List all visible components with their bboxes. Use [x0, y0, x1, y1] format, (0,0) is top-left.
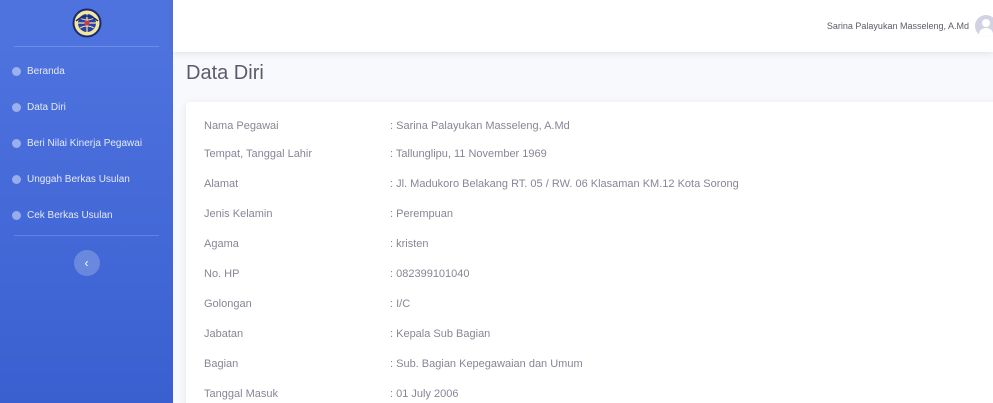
dashboard-icon — [12, 66, 21, 76]
field-label: Tanggal Masuk — [204, 388, 278, 400]
field-value: : Kepala Sub Bagian — [390, 328, 491, 340]
field-value: : 082399101040 — [390, 268, 470, 280]
sidebar-item-label: Data Diri — [27, 101, 66, 113]
profile-row: Jabatan : Kepala Sub Bagian — [204, 328, 490, 340]
profile-row: Alamat : Jl. Madukoro Belakang RT. 05 / R… — [204, 178, 739, 190]
field-label: No. HP — [204, 268, 240, 280]
profile-row: Tanggal Masuk : 01 July 2006 — [204, 388, 459, 400]
field-value: : Sarina Palayukan Masseleng, A.Md — [390, 120, 570, 132]
profile-row: Agama : kristen — [204, 238, 429, 250]
profile-card: Nama Pegawai : Sarina Palayukan Masseleng… — [186, 102, 993, 403]
field-label: Jabatan — [204, 328, 244, 340]
field-value: : I/C — [390, 298, 411, 310]
dashboard-icon — [12, 210, 21, 220]
user-name[interactable]: Sarina Palayukan Masseleng, A.Md — [827, 21, 969, 31]
profile-row: Nama Pegawai : Sarina Palayukan Masseleng… — [204, 120, 570, 132]
chevron-left-icon: ‹ — [84, 256, 89, 270]
topbar: Sarina Palayukan Masseleng, A.Md — [173, 0, 993, 52]
field-label: Agama — [204, 238, 239, 250]
field-value: : kristen — [390, 238, 429, 250]
sidebar-item-data-diri[interactable]: Data Diri — [0, 89, 173, 125]
field-value: : Perempuan — [390, 208, 453, 220]
profile-row: Bagian : Sub. Bagian Kepegawaian dan Umum — [204, 358, 583, 370]
field-label: Tempat, Tanggal Lahir — [204, 148, 313, 160]
field-value: : Jl. Madukoro Belakang RT. 05 / RW. 06 … — [390, 178, 739, 190]
sidebar-divider — [14, 235, 159, 236]
field-value: : 01 July 2006 — [390, 388, 459, 400]
avatar-icon[interactable] — [975, 15, 993, 37]
sidebar-item-cek-berkas[interactable]: Cek Berkas Usulan — [0, 197, 173, 233]
field-label: Alamat — [204, 178, 239, 190]
sidebar-item-beranda[interactable]: Beranda — [0, 53, 173, 89]
field-label: Nama Pegawai — [204, 120, 279, 132]
profile-row: Jenis Kelamin : Perempuan — [204, 208, 453, 220]
sidebar-item-label: Beri Nilai Kinerja Pegawai — [27, 137, 143, 149]
dashboard-icon — [12, 138, 21, 148]
profile-row: Tempat, Tanggal Lahir : Tallunglipu, 11 N… — [204, 148, 547, 160]
dashboard-icon — [12, 102, 21, 112]
dashboard-icon — [12, 174, 21, 184]
sidebar: Beranda Data Diri Beri Nilai Kinerja Peg… — [0, 0, 173, 403]
sidebar-toggle-button[interactable]: ‹ — [73, 250, 100, 276]
sidebar-item-label: Beranda — [27, 65, 65, 77]
sidebar-brand[interactable] — [14, 0, 159, 47]
sidebar-item-beri-nilai[interactable]: Beri Nilai Kinerja Pegawai — [0, 125, 173, 161]
field-value: : Sub. Bagian Kepegawaian dan Umum — [390, 358, 583, 370]
profile-row: Golongan : I/C — [204, 298, 410, 310]
field-value: : Tallunglipu, 11 November 1969 — [390, 148, 547, 160]
sidebar-item-unggah-berkas[interactable]: Unggah Berkas Usulan — [0, 161, 173, 197]
ministry-logo-icon — [72, 8, 101, 38]
field-label: Bagian — [204, 358, 239, 370]
field-label: Jenis Kelamin — [204, 208, 273, 220]
page-title: Data Diri — [186, 62, 264, 84]
sidebar-item-label: Cek Berkas Usulan — [27, 209, 113, 221]
sidebar-item-label: Unggah Berkas Usulan — [27, 173, 130, 185]
profile-row: No. HP : 082399101040 — [204, 268, 470, 280]
field-label: Golongan — [204, 298, 252, 310]
